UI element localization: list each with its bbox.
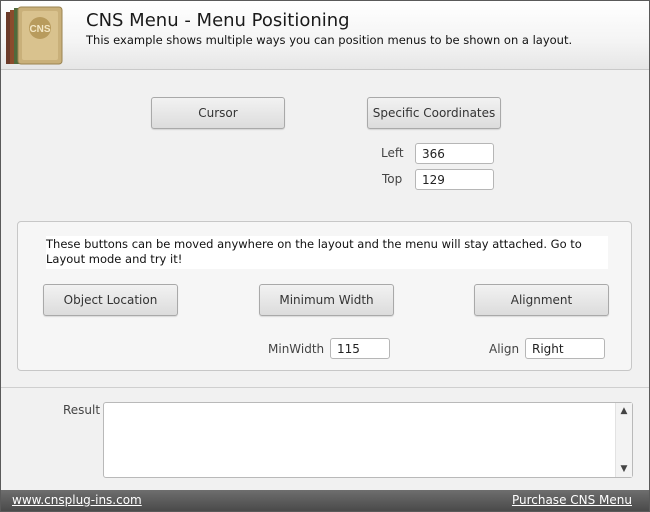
left-input[interactable] <box>415 143 494 164</box>
scroll-up-arrow-icon[interactable]: ▲ <box>616 403 632 419</box>
alignment-button[interactable]: Alignment <box>474 284 609 316</box>
page-title: CNS Menu - Menu Positioning <box>86 10 350 31</box>
object-location-button[interactable]: Object Location <box>43 284 178 316</box>
left-label: Left <box>381 146 404 160</box>
panel-note: These buttons can be moved anywhere on t… <box>46 236 608 269</box>
align-input[interactable] <box>525 338 605 359</box>
page-subtitle: This example shows multiple ways you can… <box>86 33 573 47</box>
minwidth-input[interactable] <box>330 338 390 359</box>
scroll-down-arrow-icon[interactable]: ▼ <box>616 461 632 477</box>
cns-books-logo: CNS <box>6 6 63 65</box>
attached-menus-panel: These buttons can be moved anywhere on t… <box>17 221 632 371</box>
top-input[interactable] <box>415 169 494 190</box>
top-label: Top <box>382 172 403 186</box>
result-scrollbar[interactable]: ▲ ▼ <box>615 403 632 477</box>
minwidth-label: MinWidth <box>268 342 325 356</box>
website-link[interactable]: www.cnsplug-ins.com <box>12 493 142 507</box>
result-label: Result <box>63 403 101 417</box>
specific-coordinates-button-label: Specific Coordinates <box>372 106 496 120</box>
result-textarea[interactable]: ▲ ▼ <box>103 402 633 478</box>
section-divider <box>1 387 649 388</box>
alignment-button-label: Alignment <box>510 293 573 307</box>
svg-text:CNS: CNS <box>29 24 50 35</box>
footer: www.cnsplug-ins.com Purchase CNS Menu <box>1 490 649 511</box>
cursor-button-label: Cursor <box>198 106 238 120</box>
align-label: Align <box>489 342 520 356</box>
app-window: CNS CNS Menu - Menu Positioning This exa… <box>0 0 650 512</box>
header: CNS CNS Menu - Menu Positioning This exa… <box>1 1 649 70</box>
object-location-button-label: Object Location <box>63 293 158 307</box>
minimum-width-button[interactable]: Minimum Width <box>259 284 394 316</box>
minimum-width-button-label: Minimum Width <box>279 293 374 307</box>
cursor-button[interactable]: Cursor <box>151 97 285 129</box>
specific-coordinates-button[interactable]: Specific Coordinates <box>367 97 501 129</box>
purchase-link[interactable]: Purchase CNS Menu <box>512 493 632 507</box>
